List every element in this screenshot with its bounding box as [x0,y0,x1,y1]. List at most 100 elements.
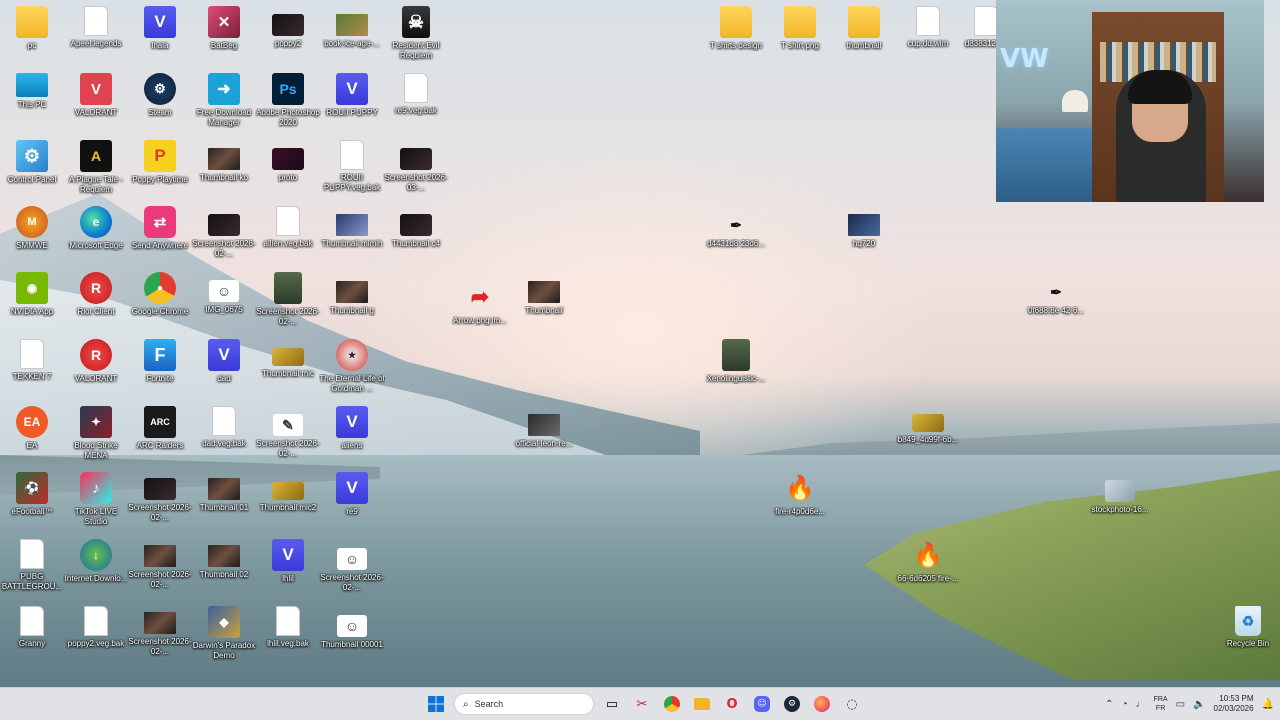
language-indicator[interactable]: FRA FR [1154,695,1168,713]
desktop-icon-screenshot-e[interactable]: Screenshot 2026-02-... [256,272,320,327]
desktop-icon-edge[interactable]: e Microsoft Edge [64,206,128,251]
desktop-icon-screenshot-d[interactable]: Screenshot 2026-02-... [192,214,256,259]
chrome-icon[interactable] [660,692,684,716]
desktop-icon-d4431d8[interactable]: ✒ d4431d8 23d6... [704,214,768,249]
desktop-icon-thumbnail-mimih[interactable]: Thumbnail mimih [320,214,384,249]
icon-label: dad [217,374,231,383]
desktop-icon-lhlil[interactable]: Vlhlil [256,539,320,584]
desktop-icon-send-anywhere[interactable]: ⇄ Send Anywhere [128,206,192,251]
discord-icon[interactable]: ☺ [750,692,774,716]
desktop-icon-thumbnail-c4[interactable]: Thumbnail c4 [384,214,448,249]
desktop-icon-apeel-legends[interactable]: Apeel.legends [64,6,128,49]
desktop-icon-aliens[interactable]: Valiens [320,406,384,451]
desktop-icon-stockphoto[interactable]: stockphoto-16... [1088,480,1152,515]
desktop-icon-cup[interactable]: cup.dd.wim [896,6,960,49]
desktop-icon-thumbnail-g[interactable]: Thumbnail g [320,281,384,316]
desktop-icon-recycle-bin[interactable]: ♻ Recycle Bin [1216,606,1280,649]
wifi-icon[interactable]: ◔ [1122,699,1128,710]
desktop-icon-poppy2[interactable]: poppy2 [256,14,320,49]
firefox-icon[interactable] [810,692,834,716]
desktop-icon-tekken7[interactable]: TEKKEN 7 [0,339,64,382]
clock[interactable]: 10:53 PM 02/03/2026 [1214,694,1254,714]
desktop-icon-dad[interactable]: Vdad [192,339,256,384]
desktop-icon-tshirt-png[interactable]: T shirt png [768,6,832,51]
network-icon[interactable]: ▭ [1176,699,1185,710]
desktop-icon-screenshot-h[interactable]: Screenshot 2026-03-... [384,148,448,193]
desktop-icon-xenolinguistic[interactable]: Xenolinguistic-... [704,339,768,384]
desktop-icon-darwins-paradox[interactable]: ◆ Darwin's Paradox Demo [192,606,256,661]
desktop-icon-b849[interactable]: b849_4d99f-6b... [896,414,960,445]
desktop-icon-thumbnail-ko[interactable]: Thumbnail ko [192,148,256,183]
desktop-icon-thumbnail-mic[interactable]: Thumbnail mic [256,348,320,379]
file-explorer-icon[interactable] [690,692,714,716]
desktop-icon-efootball[interactable]: ⚽ eFootball™ [0,472,64,517]
speaker-icon[interactable]: 🔈 [1193,699,1205,710]
desktop-icon-granny[interactable]: Granny [0,606,64,649]
desktop-icon-fire-1[interactable]: 🔥 fire-r4p0d6e... [768,472,832,517]
windows-start-icon[interactable] [424,692,448,716]
desktop-icon-fire-2[interactable]: 🔥 66-6d6205 fire-... [896,539,960,584]
desktop-icon-lhala[interactable]: Vlhala [128,6,192,51]
desktop-icon-screenshot-a[interactable]: Screenshot 2026-02-... [128,478,192,523]
desktop-icon-img-0675[interactable]: ☺ IMG_0675 [192,280,256,315]
desktop-icon-ea[interactable]: EA EA [0,406,64,451]
desktop-icon-valorant[interactable]: V VALORANT [64,73,128,118]
desktop-icon-riot-client[interactable]: R Riot Client [64,272,128,317]
steam-icon[interactable]: ⚙ [780,692,804,716]
desktop-icon-screenshot-f[interactable]: ✎ Screenshot 2026-02-... [256,414,320,459]
desktop-icon-eternal-life-goldman[interactable]: ★ The Eternal Life of Goldman ... [319,339,385,394]
desktop-icon-0f688[interactable]: ✒ 0f688.8e 42-6... [1024,281,1088,316]
desktop-icon-dad-bak[interactable]: dad.veg.bak [192,406,256,449]
app-icon[interactable]: ◌ [840,692,864,716]
bell-icon[interactable]: 🔔 [1262,699,1274,710]
desktop-icon-steam[interactable]: ⚙ Steam [128,73,192,118]
desktop-icon-arc-raiders[interactable]: ARC ARC Raiders [128,406,192,451]
snipping-tool-icon[interactable]: ✂ [630,692,654,716]
desktop-icon-poppy2-bak[interactable]: poppy2.veg.bak [64,606,128,649]
desktop-icon-book-ice-age[interactable]: book-ice-age-... [320,14,384,49]
desktop-icon-thumbnail[interactable]: Thumbnail [512,281,576,316]
desktop-icon-this-pc[interactable]: This PC [0,73,64,110]
desktop-icon-thumbnail-folder[interactable]: thumbnail [832,6,896,51]
desktop-icon-tiktok-live[interactable]: ♪ TikTok LIVE Studio [64,472,128,527]
desktop-icon-pubg[interactable]: PUBG BATTLEGROU... [0,539,64,592]
desktop-icon-thumbnail-01[interactable]: Thumbnail 01 [192,478,256,513]
desktop-icon-re9[interactable]: Vre9 [320,472,384,517]
desktop-icon-plague-tale[interactable]: A A Plague Tale - Requiem [64,140,128,195]
desktop-icon-chrome[interactable]: ● Google Chrome [128,272,192,317]
desktop-icon-photoshop[interactable]: Ps Adobe Photoshop 2020 [256,73,320,128]
desktop-icon-screenshot-c[interactable]: Screenshot 2026-02-... [128,612,192,657]
desktop-icon-batbeg[interactable]: ✕ BatBeg [192,6,256,51]
desktop-icon-rouii-puppy-bak[interactable]: ROUII PUPPY.veg.bak [320,140,384,193]
taskbar-search-input[interactable]: ⌕ Search [454,693,594,715]
desktop-icon-arrow-png[interactable]: ➦ Arrow png im... [448,281,512,326]
desktop-icon-thumbnail-00001[interactable]: ☺ Thumbnail 00001 [320,615,384,650]
desktop-icon-proto[interactable]: proto [256,148,320,183]
microphone-icon[interactable]: ♩ [1136,699,1146,710]
desktop-icon-fdm[interactable]: ➜ Free Download Manager [192,73,256,128]
desktop-icon-control-panel[interactable]: ⚙ Control Panel [0,140,64,185]
desktop-icon-thumbnail-02[interactable]: Thumbnail 02 [192,545,256,580]
task-view-icon[interactable]: ▭ [600,692,624,716]
desktop-icon-official-leon[interactable]: official-leon-re... [512,414,576,449]
desktop-icon-rouii-puppy[interactable]: V ROUII PUPPY [320,73,384,118]
desktop-icon-lhlil-bak[interactable]: lhlil.veg.bak [256,606,320,649]
desktop-icon-hq720[interactable]: hq720 [832,214,896,249]
desktop-icon-allien-bak[interactable]: allien.veg.bak [256,206,320,249]
desktop-icon-idm[interactable]: ↓ Internet Downlo... [64,539,128,584]
desktop-icon-re9-bak[interactable]: re9.veg.bak [384,73,448,116]
desktop-icon-pc-folder[interactable]: pc [0,6,64,51]
chevron-up-icon[interactable]: ⌃ [1105,699,1113,710]
desktop-icon-fortnite[interactable]: F Fortnite [128,339,192,384]
desktop-icon-poppy-playtime[interactable]: P Poppy Playtime [128,140,192,185]
opera-gx-icon[interactable]: O [720,692,744,716]
desktop-icon-tshirt-design[interactable]: T shirts design [704,6,768,51]
desktop-icon-smmwe[interactable]: M SMMWE [0,206,64,251]
desktop-icon-screenshot-b[interactable]: Screenshot 2026-02-... [128,545,192,590]
desktop-icon-thumbnail-mic2[interactable]: Thumbnail mic2 [256,482,320,513]
desktop-icon-screenshot-g[interactable]: ☺ Screenshot 2026-02-... [320,548,384,593]
desktop-icon-nvidia[interactable]: ◉ NVIDIA App [0,272,64,317]
desktop-icon-resident-evil-requiem[interactable]: ☠ Resident Evil Requiem [384,6,448,61]
desktop-icon-blood-strike[interactable]: ✦ Blood Strike MENA [64,406,128,461]
desktop-icon-valorant-2[interactable]: R VALORANT [64,339,128,384]
